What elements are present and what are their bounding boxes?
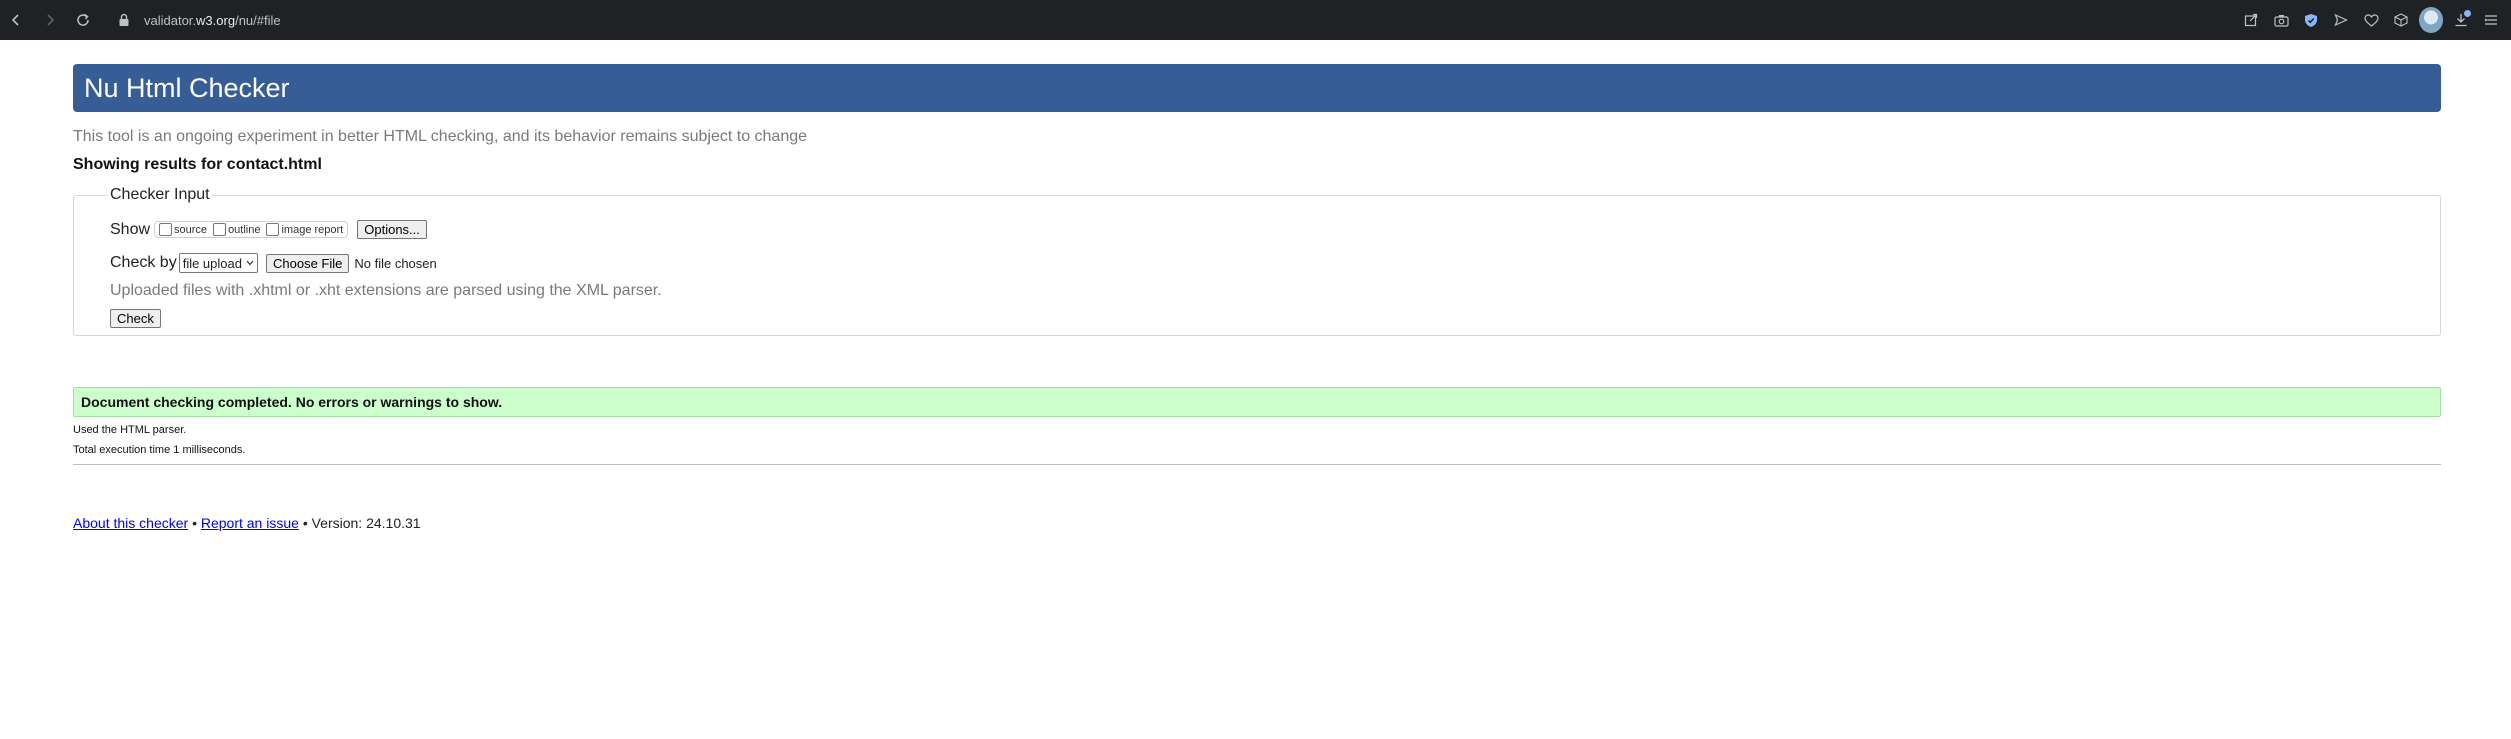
about-checker-link[interactable]: About this checker — [73, 515, 188, 531]
show-outline-option[interactable]: outline — [213, 223, 260, 236]
cube-icon[interactable] — [2389, 8, 2413, 32]
footer-separator: • — [302, 515, 308, 531]
shield-icon[interactable] — [2299, 8, 2323, 32]
screenshot-icon[interactable] — [2269, 8, 2293, 32]
check-row: Check — [110, 309, 2404, 328]
heart-icon[interactable] — [2359, 8, 2383, 32]
show-label: Show — [110, 220, 151, 238]
divider — [73, 464, 2441, 465]
toolbar-icons — [2239, 7, 2503, 33]
no-file-chosen-text: No file chosen — [354, 255, 437, 271]
showing-results-heading: Showing results for contact.html — [73, 156, 322, 173]
menu-icon[interactable] — [2479, 8, 2503, 32]
report-issue-link[interactable]: Report an issue — [201, 515, 299, 531]
parser-note: Used the HTML parser. — [73, 424, 187, 436]
check-button[interactable]: Check — [110, 309, 161, 328]
check-by-select[interactable]: file upload — [178, 253, 258, 273]
browser-toolbar: validator.w3.org/nu/#file — [0, 0, 2511, 40]
success-message: Document checking completed. No errors o… — [73, 387, 2441, 417]
image-report-checkbox[interactable] — [266, 223, 280, 236]
version-text: Version: 24.10.31 — [311, 515, 421, 531]
show-source-option[interactable]: source — [159, 223, 207, 236]
download-icon[interactable] — [2449, 8, 2473, 32]
page-title: Nu Html Checker — [73, 64, 2441, 112]
execution-time-note: Total execution time 1 milliseconds. — [73, 444, 246, 456]
check-by-label: Check by — [110, 254, 177, 271]
address-bar[interactable]: validator.w3.org/nu/#file — [118, 6, 2218, 34]
xml-parser-note: Uploaded files with .xhtml or .xht exten… — [110, 282, 662, 299]
send-icon[interactable] — [2329, 8, 2353, 32]
show-options-group: source outline image report — [154, 221, 349, 238]
checker-input-fieldset: Checker Input Show source outline image … — [73, 186, 2441, 336]
lock-icon[interactable] — [118, 13, 130, 27]
choose-file-button[interactable]: Choose File — [265, 253, 350, 273]
reload-icon[interactable] — [71, 8, 95, 32]
footer-separator: • — [192, 515, 197, 531]
footer: About this checker • Report an issue • V… — [73, 515, 2441, 531]
forward-icon[interactable] — [38, 8, 62, 32]
options-button[interactable]: Options... — [357, 220, 427, 239]
intro-text: This tool is an ongoing experiment in be… — [73, 128, 808, 145]
url-text: validator.w3.org/nu/#file — [144, 12, 281, 28]
checker-input-legend: Checker Input — [110, 186, 210, 203]
chevron-down-icon — [246, 260, 254, 266]
share-icon[interactable] — [2239, 8, 2263, 32]
show-image-report-option[interactable]: image report — [266, 223, 343, 236]
source-checkbox[interactable] — [159, 223, 173, 236]
back-icon[interactable] — [4, 8, 28, 32]
page-content: Nu Html Checker This tool is an ongoing … — [73, 64, 2441, 531]
show-row: Show source outline image report Options… — [110, 220, 2404, 239]
check-by-row: Check by file upload Choose File No file… — [110, 253, 2404, 273]
outline-checkbox[interactable] — [213, 223, 227, 236]
avatar[interactable] — [2419, 7, 2443, 33]
